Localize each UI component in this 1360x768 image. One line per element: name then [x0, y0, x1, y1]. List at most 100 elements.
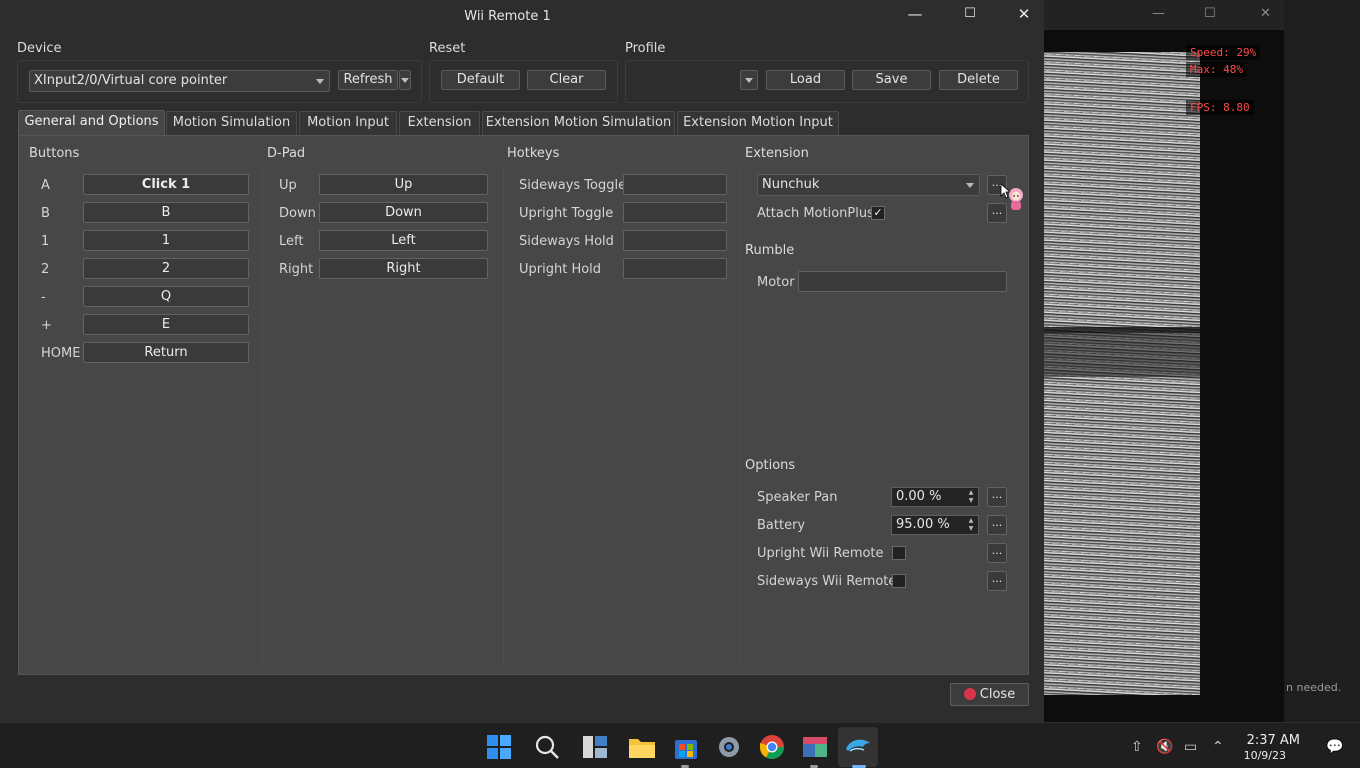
button-a-mapping[interactable]: Click 1	[83, 174, 249, 195]
close-circle-icon	[963, 688, 976, 700]
button-1-mapping[interactable]: 1	[83, 230, 249, 251]
profile-dropdown-button[interactable]	[740, 70, 758, 90]
sideways-wii-remote-label: Sideways Wii Remote	[757, 574, 897, 589]
tab-motion-simulation[interactable]: Motion Simulation	[166, 111, 297, 135]
battery-more-button[interactable]: ...	[987, 515, 1007, 535]
button-plus-mapping[interactable]: E	[83, 314, 249, 335]
device-combo[interactable]: XInput2/0/Virtual core pointer	[29, 70, 330, 92]
dpad-right-label: Right	[279, 262, 314, 277]
game-close-button[interactable]: ✕	[1260, 6, 1271, 21]
sideways-hold-label: Sideways Hold	[519, 234, 614, 249]
button-1-label: 1	[41, 234, 50, 249]
sideways-hold-mapping[interactable]	[623, 230, 727, 251]
button-b-mapping[interactable]: B	[83, 202, 249, 223]
close-window-button[interactable]: ✕	[1009, 4, 1039, 24]
widgets-icon[interactable]	[581, 733, 609, 761]
speaker-pan-value: 0.00 %	[896, 489, 942, 504]
chevron-down-icon	[745, 78, 753, 83]
cursor-sprite-icon	[1000, 183, 1023, 210]
tray-update-icon[interactable]: ⇧	[1131, 739, 1143, 755]
sideways-wii-remote-checkbox[interactable]	[892, 574, 906, 588]
spin-down-icon[interactable]: ▼	[966, 497, 976, 505]
dpad-left-label: Left	[279, 234, 304, 249]
dpad-up-mapping[interactable]: Up	[319, 174, 488, 195]
clock-date[interactable]: 10/9/23	[1232, 749, 1286, 762]
sideways-more-button[interactable]: ...	[987, 571, 1007, 591]
tab-extension[interactable]: Extension	[399, 111, 480, 135]
dolphin-icon[interactable]	[844, 733, 872, 761]
clock-time[interactable]: 2:37 AM	[1232, 733, 1300, 748]
dpad-down-mapping[interactable]: Down	[319, 202, 488, 223]
clear-button[interactable]: Clear	[527, 70, 606, 90]
chrome-icon[interactable]	[758, 733, 786, 761]
tab-general-and-options[interactable]: General and Options	[18, 110, 165, 136]
start-icon[interactable]	[485, 733, 513, 761]
delete-button[interactable]: Delete	[939, 70, 1018, 90]
sideways-toggle-label: Sideways Toggle	[519, 178, 627, 193]
minimize-button[interactable]: —	[900, 4, 930, 24]
load-button[interactable]: Load	[766, 70, 845, 90]
reset-label: Reset	[429, 41, 466, 56]
notifications-icon[interactable]: 💬	[1326, 739, 1343, 755]
motor-mapping[interactable]	[798, 271, 1007, 292]
save-button[interactable]: Save	[852, 70, 931, 90]
volume-muted-icon[interactable]: 🔇	[1156, 739, 1173, 755]
sideways-toggle-mapping[interactable]	[623, 174, 727, 195]
attach-motionplus-checkbox[interactable]: ✓	[871, 206, 885, 220]
dpad-section-label: D-Pad	[267, 146, 306, 161]
search-icon[interactable]	[533, 733, 561, 761]
speaker-pan-spinbox[interactable]: 0.00 % ▲ ▼	[891, 487, 979, 507]
button-2-label: 2	[41, 262, 50, 277]
display-icon[interactable]: ▭	[1184, 739, 1197, 755]
upright-toggle-label: Upright Toggle	[519, 206, 614, 221]
button-home-label: HOME	[41, 346, 81, 361]
device-label: Device	[17, 41, 62, 56]
battery-spinbox[interactable]: 95.00 % ▲ ▼	[891, 515, 979, 535]
button-minus-label: -	[41, 290, 46, 305]
spin-down-icon[interactable]: ▼	[966, 525, 976, 533]
spin-up-icon[interactable]: ▲	[966, 517, 976, 525]
motor-label: Motor	[757, 275, 795, 290]
chevron-up-icon[interactable]: ⌃	[1212, 739, 1224, 755]
default-button[interactable]: Default	[441, 70, 520, 90]
app-icon[interactable]	[801, 733, 829, 761]
speaker-pan-more-button[interactable]: ...	[987, 487, 1007, 507]
upright-wii-remote-label: Upright Wii Remote	[757, 546, 884, 561]
extension-section-label: Extension	[745, 146, 809, 161]
buttons-section-label: Buttons	[29, 146, 80, 161]
tab-motion-input[interactable]: Motion Input	[299, 111, 397, 135]
game-minimize-button[interactable]: —	[1152, 6, 1165, 21]
upright-wii-remote-checkbox[interactable]	[892, 546, 906, 560]
tab-extension-motion-simulation[interactable]: Extension Motion Simulation	[482, 111, 675, 135]
button-2-mapping[interactable]: 2	[83, 258, 249, 279]
column-divider	[503, 166, 504, 666]
maximize-button[interactable]: ☐	[955, 4, 985, 24]
dpad-right-mapping[interactable]: Right	[319, 258, 488, 279]
column-divider	[740, 166, 741, 666]
refresh-menu-button[interactable]	[399, 70, 411, 90]
game-window-titlebar: — ☐ ✕	[1044, 0, 1284, 30]
upright-more-button[interactable]: ...	[987, 543, 1007, 563]
column-divider	[262, 166, 263, 666]
background-hint-text: n needed.	[1286, 681, 1342, 694]
button-home-mapping[interactable]: Return	[83, 342, 249, 363]
file-explorer-icon[interactable]	[628, 733, 656, 761]
close-button[interactable]: Close	[950, 683, 1029, 706]
button-minus-mapping[interactable]: Q	[83, 286, 249, 307]
osd-max: Max: 48%	[1186, 62, 1247, 77]
close-button-label: Close	[979, 687, 1016, 702]
button-plus-label: +	[41, 318, 52, 333]
dpad-left-mapping[interactable]: Left	[319, 230, 488, 251]
dpad-down-label: Down	[279, 206, 316, 221]
tab-extension-motion-input[interactable]: Extension Motion Input	[677, 111, 839, 135]
refresh-button[interactable]: Refresh	[338, 70, 398, 90]
game-maximize-button[interactable]: ☐	[1204, 6, 1216, 21]
spin-up-icon[interactable]: ▲	[966, 489, 976, 497]
extension-combo[interactable]: Nunchuk	[757, 174, 980, 196]
upright-toggle-mapping[interactable]	[623, 202, 727, 223]
upright-hold-mapping[interactable]	[623, 258, 727, 279]
device-combo-value: XInput2/0/Virtual core pointer	[34, 73, 228, 88]
store-icon[interactable]	[672, 733, 700, 761]
settings-icon[interactable]	[715, 733, 743, 761]
taskbar: ⇧ 🔇 ▭ ⌃ 2:37 AM 10/9/23 💬	[0, 722, 1360, 768]
